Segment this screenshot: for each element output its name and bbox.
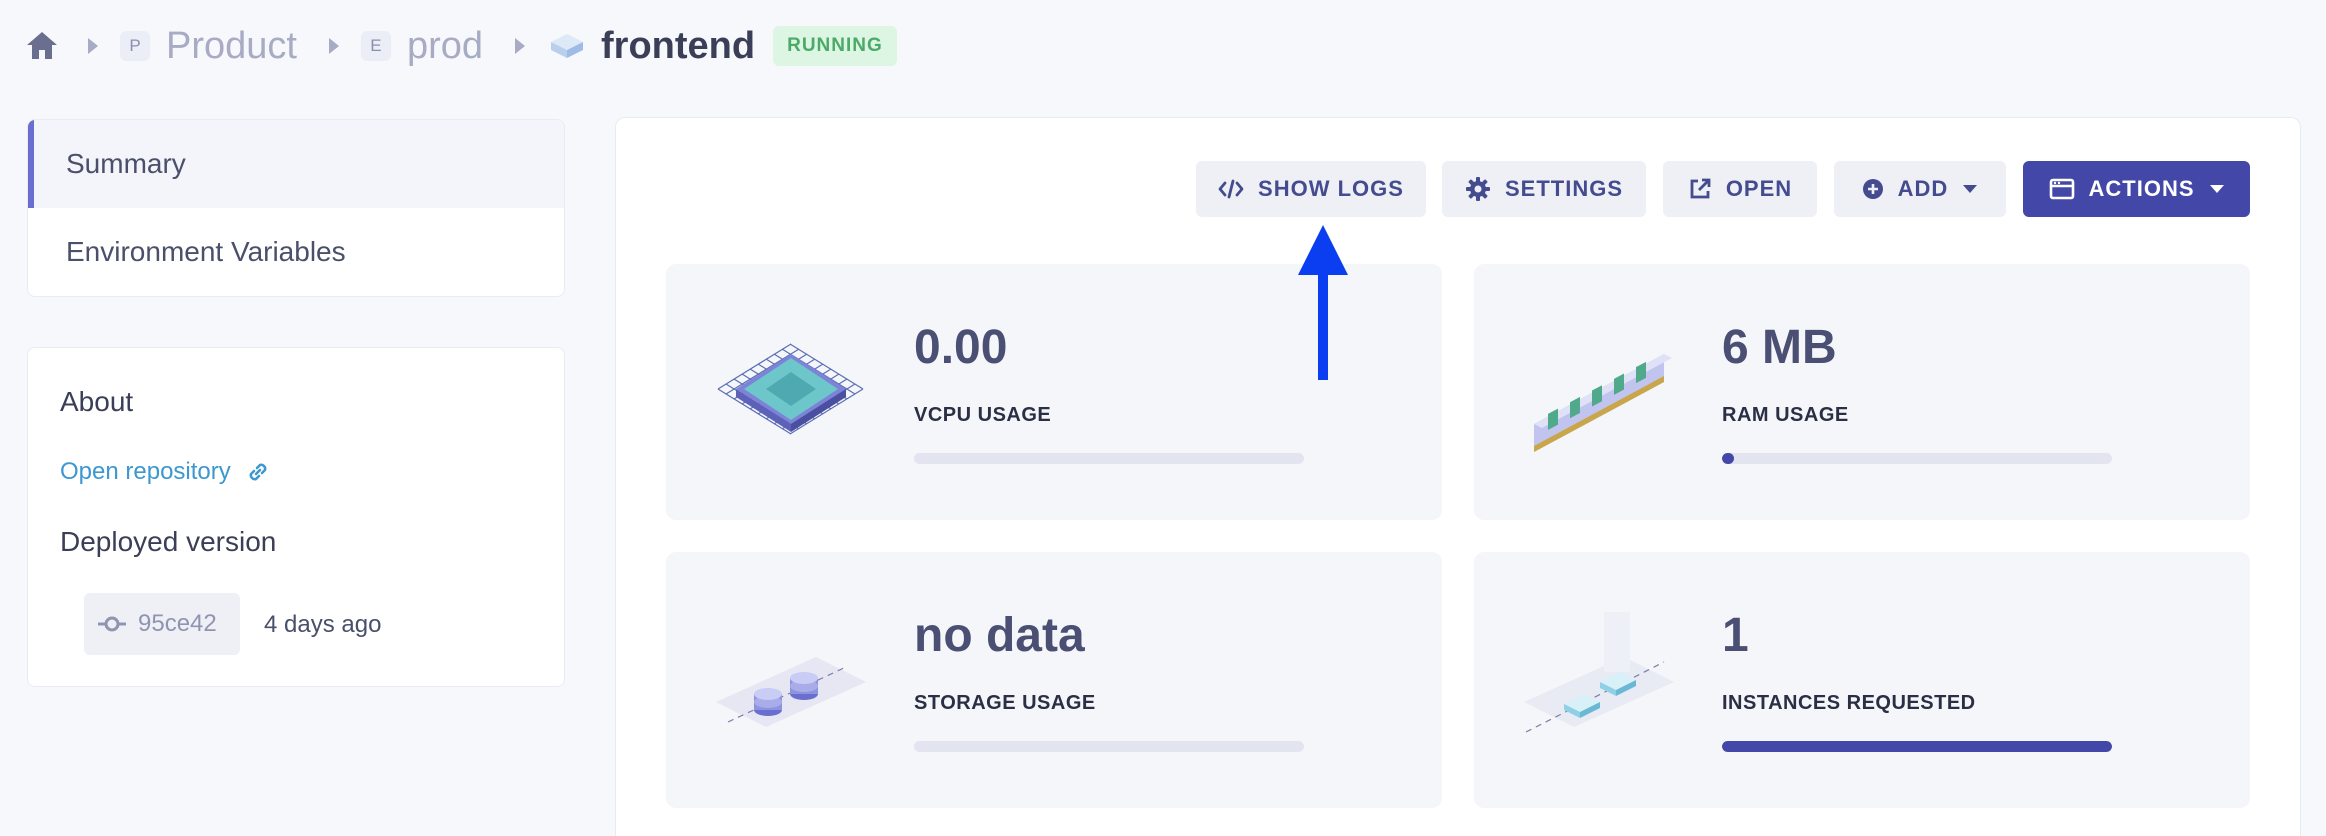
chevron-right-icon: [88, 38, 98, 54]
instances-requested-value: 1: [1722, 609, 1749, 662]
show-logs-button[interactable]: SHOW LOGS: [1196, 161, 1426, 217]
service-name: frontend: [601, 24, 756, 67]
chevron-down-icon: [1963, 185, 1978, 193]
breadcrumb-project[interactable]: Product: [166, 25, 297, 68]
service-nav: Summary Environment Variables: [27, 119, 565, 297]
settings-label: SETTINGS: [1504, 176, 1623, 201]
summary-panel: SHOW LOGS SETTINGS OPEN ADD ACTIONS 0.00…: [615, 117, 2301, 836]
chevron-right-icon: [328, 38, 339, 54]
instances-requested-card: 1 INSTANCES REQUESTED: [1474, 552, 2250, 808]
window-icon: [2049, 178, 2074, 200]
instances-icon: [1524, 612, 1674, 733]
link-icon: [249, 463, 267, 481]
plus-circle-icon: [1862, 179, 1883, 199]
ram-usage-value: 6 MB: [1722, 321, 1837, 374]
project-letter-badge: P: [120, 31, 150, 61]
storage-usage-value: no data: [914, 609, 1085, 662]
status-badge: RUNNING: [773, 26, 897, 66]
deployed-version-title: Deployed version: [60, 526, 277, 557]
git-commit-icon: [98, 616, 126, 632]
annotation-arrow-icon: [1298, 225, 1348, 380]
chevron-down-icon: [2209, 185, 2224, 193]
commit-chip[interactable]: 95ce42: [84, 593, 240, 655]
storage-usage-label: STORAGE USAGE: [914, 692, 1096, 714]
actions-label: ACTIONS: [2088, 176, 2195, 201]
storage-usage-card: no data STORAGE USAGE: [666, 552, 1442, 808]
nav-item-environment-variables[interactable]: Environment Variables: [28, 208, 564, 296]
add-label: ADD: [1897, 176, 1949, 201]
vcpu-usage-value: 0.00: [914, 321, 1008, 374]
ram-usage-label: RAM USAGE: [1722, 404, 1849, 426]
ram-module-icon: [1534, 354, 1672, 452]
gear-icon: [1465, 177, 1490, 201]
code-icon: [1218, 179, 1244, 199]
storage-usage-bar: [914, 741, 1304, 752]
deployed-time: 4 days ago: [264, 611, 382, 638]
settings-button[interactable]: SETTINGS: [1442, 161, 1646, 217]
cpu-chip-icon: [717, 343, 864, 435]
ram-usage-bar: [1722, 453, 2112, 464]
environment-letter-badge: E: [360, 31, 391, 61]
external-link-icon: [1690, 178, 1711, 199]
commit-hash: 95ce42: [138, 610, 217, 637]
breadcrumb: P Product E prod frontend RUNNING: [24, 18, 897, 74]
open-button[interactable]: OPEN: [1663, 161, 1817, 217]
instances-requested-label: INSTANCES REQUESTED: [1722, 692, 1976, 714]
home-icon[interactable]: [24, 28, 60, 64]
storage-disks-icon: [716, 657, 866, 727]
chevron-right-icon: [515, 38, 526, 54]
vcpu-usage-bar: [914, 453, 1304, 464]
show-logs-label: SHOW LOGS: [1258, 176, 1404, 201]
ram-usage-card: 6 MB RAM USAGE: [1474, 264, 2250, 520]
about-title: About: [60, 386, 134, 417]
breadcrumb-environment[interactable]: prod: [407, 25, 483, 68]
open-repository-link[interactable]: Open repository: [60, 458, 271, 486]
open-label: OPEN: [1725, 176, 1793, 201]
open-repository-label: Open repository: [60, 458, 231, 485]
add-button[interactable]: ADD: [1834, 161, 2006, 217]
instances-requested-bar-fill: [1722, 741, 2112, 752]
about-panel: About Open repository Deployed version 9…: [27, 347, 565, 687]
actions-button[interactable]: ACTIONS: [2023, 161, 2250, 217]
service-cube-icon: [551, 34, 584, 58]
vcpu-usage-label: VCPU USAGE: [914, 404, 1052, 426]
instances-requested-bar: [1722, 741, 2112, 752]
ram-usage-bar-fill: [1722, 453, 1734, 464]
nav-item-summary[interactable]: Summary: [28, 120, 564, 208]
